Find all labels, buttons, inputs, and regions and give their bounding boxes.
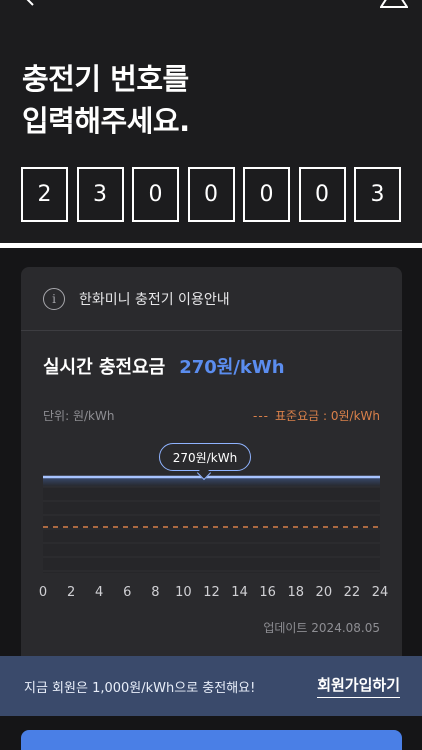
digit-box-5[interactable]: 0 (243, 167, 290, 222)
digit-box-4[interactable]: 0 (187, 167, 235, 222)
legend-dash: --- (253, 408, 270, 423)
x-tick-label: 2 (66, 585, 76, 600)
x-tick-label: 0 (38, 585, 48, 600)
page-title: 충전기 번호를 입력해주세요. (22, 58, 190, 142)
x-tick-label: 8 (151, 585, 160, 600)
page-title-line2: 입력해주세요. (22, 104, 190, 138)
chart-unit-label: 단위: 원/kWh (43, 409, 115, 423)
chevron-left-icon[interactable] (22, 0, 38, 6)
usage-guide-row[interactable]: i 한화미니 충전기 이용안내 (21, 267, 402, 331)
x-tick-label: 18 (287, 585, 305, 600)
x-tick-label: 20 (315, 585, 333, 600)
realtime-price-row: 실시간 충전요금 270원/kWh (43, 353, 285, 379)
x-tick-label: 22 (343, 585, 361, 600)
standard-rate-legend: --- 표준요금 : 0원/kWh (253, 407, 380, 424)
charger-number-input[interactable]: 2 3 0 0 0 0 3 (21, 167, 401, 222)
primary-action-button[interactable] (21, 730, 402, 750)
member-promo-banner: 지금 회원은 1,000원/kWh으로 충전해요! 회원가입하기 (0, 656, 422, 716)
realtime-price-value: 270원/kWh (179, 357, 285, 378)
warning-triangle-icon[interactable] (380, 0, 408, 8)
chart-plot-area (43, 477, 380, 573)
series-glow (43, 477, 380, 487)
promo-text: 지금 회원은 1,000원/kWh으로 충전해요! (24, 680, 256, 696)
x-tick-label: 4 (95, 585, 104, 600)
x-tick-label: 12 (203, 585, 220, 600)
digit-box-6[interactable]: 0 (298, 167, 346, 222)
realtime-price-label: 실시간 충전요금 (43, 357, 166, 378)
info-icon: i (43, 287, 65, 310)
x-tick-label: 24 (371, 585, 389, 600)
x-tick-label: 10 (175, 585, 192, 600)
digit-box-2[interactable]: 3 (76, 167, 124, 222)
usage-guide-label: 한화미니 충전기 이용안내 (79, 291, 230, 308)
digit-box-1[interactable]: 2 (21, 167, 68, 222)
signup-link[interactable]: 회원가입하기 (317, 674, 400, 698)
digit-box-7[interactable]: 3 (354, 167, 401, 222)
x-tick-label: 6 (123, 585, 132, 600)
page-title-line1: 충전기 번호를 (22, 62, 189, 96)
x-tick-label: 14 (231, 585, 248, 600)
digit-box-3[interactable]: 0 (132, 167, 179, 222)
update-date: 업데이트 2024.08.05 (263, 621, 380, 635)
legend-text: 표준요금 : 0원/kWh (275, 409, 380, 423)
top-bar (0, 0, 422, 10)
x-axis-ticks: 0 2 4 6 8 10 12 14 16 18 20 22 24 (21, 585, 402, 605)
x-tick-label: 16 (259, 585, 276, 600)
charger-info-card: i 한화미니 충전기 이용안내 실시간 충전요금 270원/kWh 단위: 원/… (21, 267, 402, 687)
